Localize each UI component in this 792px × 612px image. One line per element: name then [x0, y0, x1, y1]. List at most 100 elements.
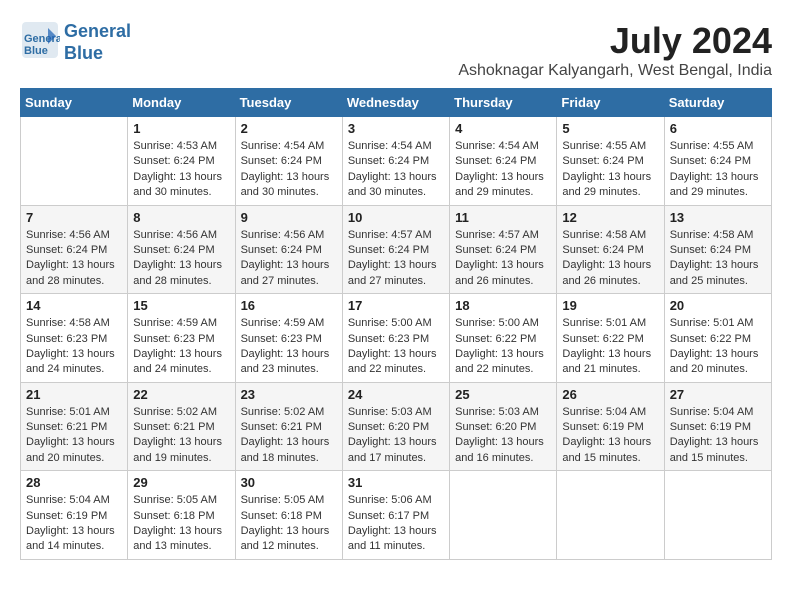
calendar-cell: 20 Sunrise: 5:01 AMSunset: 6:22 PMDayligh… — [664, 294, 771, 383]
calendar-cell: 10 Sunrise: 4:57 AMSunset: 6:24 PMDayligh… — [342, 205, 449, 294]
day-number: 21 — [26, 387, 122, 402]
calendar-cell: 6Sunrise: 4:55 AMSunset: 6:24 PMDaylight… — [664, 117, 771, 206]
day-header-friday: Friday — [557, 89, 664, 117]
day-info: Sunrise: 5:02 AMSunset: 6:21 PMDaylight:… — [133, 405, 229, 467]
day-number: 9 — [241, 210, 337, 225]
day-number: 4 — [455, 121, 551, 136]
day-number: 1 — [133, 121, 229, 136]
day-info: Sunrise: 4:57 AMSunset: 6:24 PMDaylight:… — [455, 228, 551, 290]
day-number: 19 — [562, 298, 658, 313]
day-info: Sunrise: 4:54 AMSunset: 6:24 PMDaylight:… — [241, 139, 337, 201]
calendar-cell: 12Sunrise: 4:58 AMSunset: 6:24 PMDayligh… — [557, 205, 664, 294]
calendar-cell: 24 Sunrise: 5:03 AMSunset: 6:20 PMDayligh… — [342, 382, 449, 471]
day-number: 27 — [670, 387, 766, 402]
day-info: Sunrise: 5:03 AMSunset: 6:20 PMDaylight:… — [455, 405, 551, 467]
calendar-cell: 21 Sunrise: 5:01 AMSunset: 6:21 PMDayligh… — [21, 382, 128, 471]
week-row-5: 28Sunrise: 5:04 AMSunset: 6:19 PMDayligh… — [21, 471, 772, 560]
day-info: Sunrise: 4:57 AMSunset: 6:24 PMDaylight:… — [348, 228, 444, 290]
day-number: 17 — [348, 298, 444, 313]
calendar-cell: 19Sunrise: 5:01 AMSunset: 6:22 PMDayligh… — [557, 294, 664, 383]
day-info: Sunrise: 5:02 AMSunset: 6:21 PMDaylight:… — [241, 405, 337, 467]
calendar-cell: 15Sunrise: 4:59 AMSunset: 6:23 PMDayligh… — [128, 294, 235, 383]
day-info: Sunrise: 5:04 AMSunset: 6:19 PMDaylight:… — [562, 405, 658, 467]
calendar-cell: 17Sunrise: 5:00 AMSunset: 6:23 PMDayligh… — [342, 294, 449, 383]
calendar-cell: 23Sunrise: 5:02 AMSunset: 6:21 PMDayligh… — [235, 382, 342, 471]
day-info: Sunrise: 5:04 AMSunset: 6:19 PMDaylight:… — [670, 405, 766, 467]
calendar-cell — [450, 471, 557, 560]
day-info: Sunrise: 4:56 AMSunset: 6:24 PMDaylight:… — [241, 228, 337, 290]
week-row-3: 14 Sunrise: 4:58 AMSunset: 6:23 PMDayligh… — [21, 294, 772, 383]
calendar-cell — [21, 117, 128, 206]
day-info: Sunrise: 5:03 AMSunset: 6:20 PMDaylight:… — [348, 405, 444, 467]
day-info: Sunrise: 4:59 AMSunset: 6:23 PMDaylight:… — [133, 316, 229, 378]
calendar-cell: 25 Sunrise: 5:03 AMSunset: 6:20 PMDayligh… — [450, 382, 557, 471]
week-row-1: 1 Sunrise: 4:53 AMSunset: 6:24 PMDaylight… — [21, 117, 772, 206]
calendar-cell: 2 Sunrise: 4:54 AMSunset: 6:24 PMDaylight… — [235, 117, 342, 206]
day-number: 7 — [26, 210, 122, 225]
day-header-wednesday: Wednesday — [342, 89, 449, 117]
day-number: 30 — [241, 475, 337, 490]
logo: General Blue General Blue — [20, 20, 131, 65]
day-number: 10 — [348, 210, 444, 225]
day-info: Sunrise: 5:00 AMSunset: 6:22 PMDaylight:… — [455, 316, 551, 378]
calendar-cell: 14 Sunrise: 4:58 AMSunset: 6:23 PMDayligh… — [21, 294, 128, 383]
calendar-cell: 7 Sunrise: 4:56 AMSunset: 6:24 PMDaylight… — [21, 205, 128, 294]
days-header-row: SundayMondayTuesdayWednesdayThursdayFrid… — [21, 89, 772, 117]
page-header: General Blue General Blue July 2024 Asho… — [20, 20, 772, 80]
calendar-cell: 3Sunrise: 4:54 AMSunset: 6:24 PMDaylight… — [342, 117, 449, 206]
day-info: Sunrise: 4:58 AMSunset: 6:24 PMDaylight:… — [670, 228, 766, 290]
day-info: Sunrise: 4:54 AMSunset: 6:24 PMDaylight:… — [455, 139, 551, 201]
calendar-cell: 26 Sunrise: 5:04 AMSunset: 6:19 PMDayligh… — [557, 382, 664, 471]
calendar-cell: 9 Sunrise: 4:56 AMSunset: 6:24 PMDaylight… — [235, 205, 342, 294]
logo-line2: Blue — [64, 43, 131, 65]
calendar-cell: 4 Sunrise: 4:54 AMSunset: 6:24 PMDaylight… — [450, 117, 557, 206]
calendar-cell: 29 Sunrise: 5:05 AMSunset: 6:18 PMDayligh… — [128, 471, 235, 560]
calendar-cell: 22 Sunrise: 5:02 AMSunset: 6:21 PMDayligh… — [128, 382, 235, 471]
day-info: Sunrise: 5:01 AMSunset: 6:22 PMDaylight:… — [670, 316, 766, 378]
calendar-cell: 16Sunrise: 4:59 AMSunset: 6:23 PMDayligh… — [235, 294, 342, 383]
calendar-cell: 27 Sunrise: 5:04 AMSunset: 6:19 PMDayligh… — [664, 382, 771, 471]
day-number: 20 — [670, 298, 766, 313]
month-year: July 2024 — [458, 20, 772, 62]
day-number: 26 — [562, 387, 658, 402]
calendar-cell: 11Sunrise: 4:57 AMSunset: 6:24 PMDayligh… — [450, 205, 557, 294]
calendar-cell: 31Sunrise: 5:06 AMSunset: 6:17 PMDayligh… — [342, 471, 449, 560]
calendar-cell: 1 Sunrise: 4:53 AMSunset: 6:24 PMDaylight… — [128, 117, 235, 206]
title-section: July 2024 Ashoknagar Kalyangarh, West Be… — [458, 20, 772, 80]
day-info: Sunrise: 4:56 AMSunset: 6:24 PMDaylight:… — [133, 228, 229, 290]
calendar-cell — [664, 471, 771, 560]
day-number: 8 — [133, 210, 229, 225]
day-number: 3 — [348, 121, 444, 136]
calendar-cell: 13 Sunrise: 4:58 AMSunset: 6:24 PMDayligh… — [664, 205, 771, 294]
day-number: 16 — [241, 298, 337, 313]
calendar-cell: 5 Sunrise: 4:55 AMSunset: 6:24 PMDaylight… — [557, 117, 664, 206]
day-header-saturday: Saturday — [664, 89, 771, 117]
day-header-tuesday: Tuesday — [235, 89, 342, 117]
day-number: 13 — [670, 210, 766, 225]
logo-line1: General — [64, 21, 131, 43]
day-info: Sunrise: 4:58 AMSunset: 6:24 PMDaylight:… — [562, 228, 658, 290]
calendar-table: SundayMondayTuesdayWednesdayThursdayFrid… — [20, 88, 772, 560]
day-info: Sunrise: 5:04 AMSunset: 6:19 PMDaylight:… — [26, 493, 122, 555]
day-header-monday: Monday — [128, 89, 235, 117]
day-number: 5 — [562, 121, 658, 136]
day-number: 24 — [348, 387, 444, 402]
day-info: Sunrise: 4:55 AMSunset: 6:24 PMDaylight:… — [562, 139, 658, 201]
day-number: 25 — [455, 387, 551, 402]
day-info: Sunrise: 4:56 AMSunset: 6:24 PMDaylight:… — [26, 228, 122, 290]
day-info: Sunrise: 5:05 AMSunset: 6:18 PMDaylight:… — [133, 493, 229, 555]
day-info: Sunrise: 4:58 AMSunset: 6:23 PMDaylight:… — [26, 316, 122, 378]
svg-text:Blue: Blue — [24, 45, 48, 57]
day-header-thursday: Thursday — [450, 89, 557, 117]
day-number: 22 — [133, 387, 229, 402]
day-info: Sunrise: 4:53 AMSunset: 6:24 PMDaylight:… — [133, 139, 229, 201]
day-number: 14 — [26, 298, 122, 313]
day-number: 29 — [133, 475, 229, 490]
day-info: Sunrise: 5:01 AMSunset: 6:21 PMDaylight:… — [26, 405, 122, 467]
day-number: 2 — [241, 121, 337, 136]
logo-icon: General Blue — [20, 20, 60, 60]
day-number: 31 — [348, 475, 444, 490]
day-number: 6 — [670, 121, 766, 136]
calendar-cell: 8 Sunrise: 4:56 AMSunset: 6:24 PMDaylight… — [128, 205, 235, 294]
location: Ashoknagar Kalyangarh, West Bengal, Indi… — [458, 62, 772, 80]
